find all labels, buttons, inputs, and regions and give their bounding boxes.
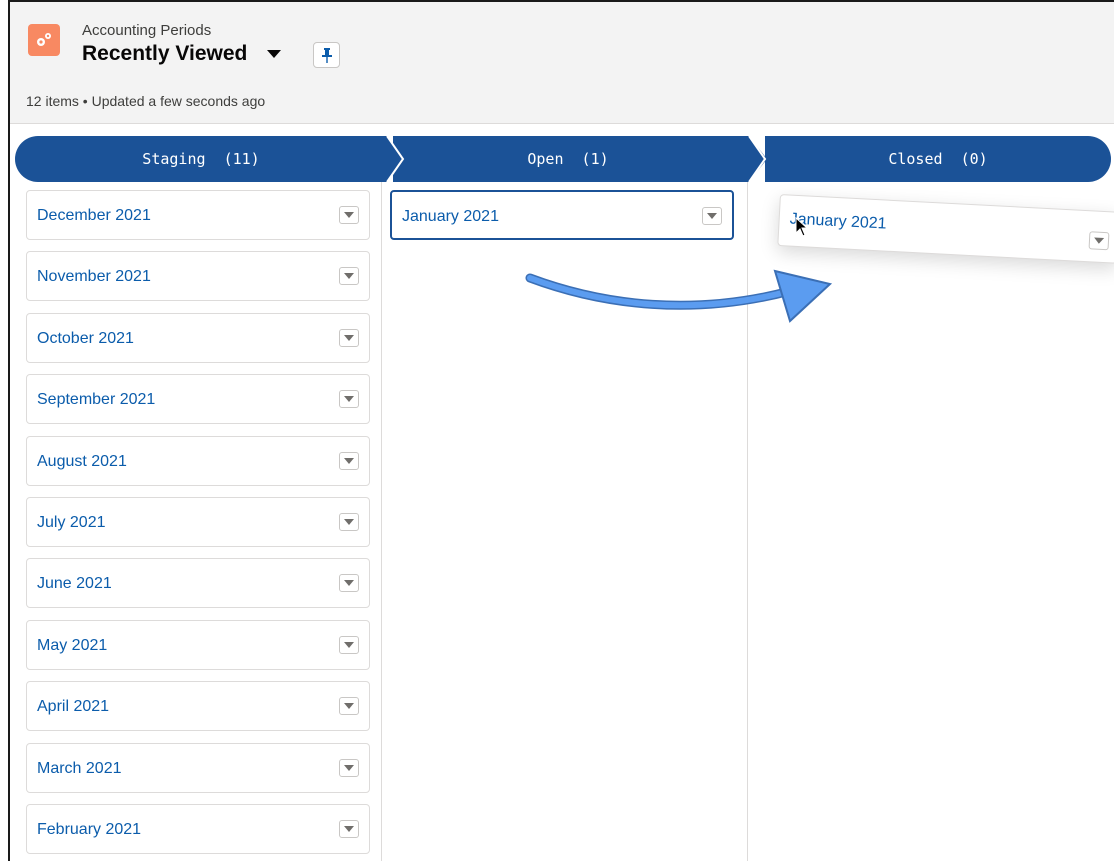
card-menu-dropdown-icon[interactable] (339, 513, 359, 531)
kanban-card[interactable]: June 2021 (26, 558, 370, 608)
kanban-card[interactable]: April 2021 (26, 681, 370, 731)
stage-staging-header[interactable]: Staging (11) (15, 136, 387, 182)
kanban-card-selected[interactable]: January 2021 (390, 190, 734, 240)
object-name: Accounting Periods (82, 22, 212, 39)
kanban-list-view: Accounting Periods Recently Viewed 12 it… (8, 0, 1114, 861)
card-title-link[interactable]: September 2021 (37, 391, 155, 409)
card-menu-dropdown-icon[interactable] (339, 329, 359, 347)
card-menu-dropdown-icon[interactable] (339, 697, 359, 715)
stage-label: Open (1) (527, 150, 609, 168)
mouse-pointer-icon (795, 217, 809, 237)
card-menu-dropdown-icon[interactable] (339, 452, 359, 470)
card-title-link[interactable]: April 2021 (37, 698, 109, 716)
stage-open-header[interactable]: Open (1) (393, 136, 743, 182)
pin-list-view-button[interactable] (313, 42, 340, 68)
card-title-link[interactable]: May 2021 (37, 637, 107, 655)
card-menu-dropdown-icon[interactable] (1088, 231, 1110, 251)
card-title-link[interactable]: November 2021 (37, 268, 151, 286)
card-menu-dropdown-icon[interactable] (339, 636, 359, 654)
kanban-card[interactable]: December 2021 (26, 190, 370, 240)
kanban-card[interactable]: November 2021 (26, 251, 370, 301)
pin-icon (322, 48, 332, 63)
card-menu-dropdown-icon[interactable] (339, 390, 359, 408)
stage-closed-header[interactable]: Closed (0) (765, 136, 1111, 182)
kanban-card[interactable]: May 2021 (26, 620, 370, 670)
card-menu-dropdown-icon[interactable] (702, 207, 722, 225)
column-divider (381, 180, 382, 861)
card-title-link[interactable]: October 2021 (37, 330, 134, 348)
dragging-kanban-card[interactable]: January 2021 (777, 194, 1114, 264)
kanban-card[interactable]: February 2021 (26, 804, 370, 854)
card-title-link[interactable]: July 2021 (37, 514, 106, 532)
list-view-name[interactable]: Recently Viewed (82, 42, 247, 66)
kanban-card[interactable]: August 2021 (26, 436, 370, 486)
card-title-link[interactable]: June 2021 (37, 575, 112, 593)
card-menu-dropdown-icon[interactable] (339, 820, 359, 838)
drag-direction-arrow-icon (525, 269, 833, 323)
card-menu-dropdown-icon[interactable] (339, 574, 359, 592)
card-title-link[interactable]: January 2021 (402, 208, 499, 226)
list-view-header: Accounting Periods Recently Viewed 12 it… (10, 2, 1114, 124)
stage-chevron-icon (743, 136, 767, 182)
card-title-link[interactable]: February 2021 (37, 821, 141, 839)
card-title-link[interactable]: December 2021 (37, 207, 151, 225)
stage-label: Staging (11) (142, 150, 260, 168)
kanban-card[interactable]: March 2021 (26, 743, 370, 793)
stage-label: Closed (0) (888, 150, 988, 168)
kanban-card[interactable]: July 2021 (26, 497, 370, 547)
card-title-link[interactable]: August 2021 (37, 453, 127, 471)
kanban-card[interactable]: October 2021 (26, 313, 370, 363)
stage-chevron-icon (381, 136, 405, 182)
card-menu-dropdown-icon[interactable] (339, 206, 359, 224)
kanban-board: Staging (11) Open (1) Closed (0) Decembe… (10, 126, 1114, 861)
card-menu-dropdown-icon[interactable] (339, 267, 359, 285)
card-title-link[interactable]: March 2021 (37, 760, 122, 778)
kanban-card[interactable]: September 2021 (26, 374, 370, 424)
card-menu-dropdown-icon[interactable] (339, 759, 359, 777)
accounting-periods-gears-icon (28, 24, 60, 56)
list-view-meta: 12 items • Updated a few seconds ago (26, 93, 266, 109)
list-view-dropdown-icon[interactable] (267, 50, 281, 58)
